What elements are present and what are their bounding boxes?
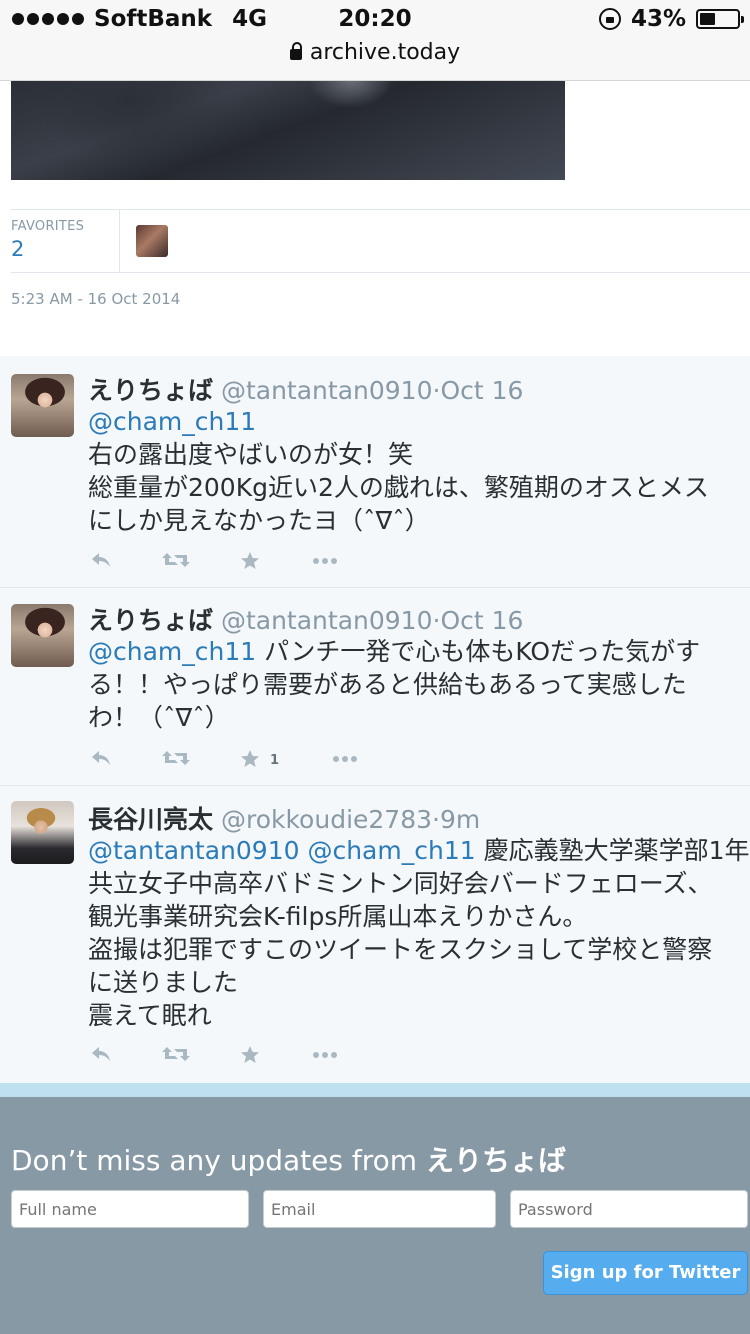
tweet-header: 長谷川亮太 @rokkoudie2783·9m [88,805,481,834]
tweet-text: @tantantan0910 @cham_ch11 慶応義塾大学薬学部1年 共立… [88,836,750,1030]
reply-icon[interactable] [90,551,112,569]
signup-user-name: えりちょば [425,1144,566,1177]
user-handle[interactable]: @rokkoudie2783 [221,805,432,834]
address-bar[interactable]: archive.today [0,40,750,65]
reply-icon[interactable] [90,1045,112,1063]
favorite-icon[interactable] [240,749,260,769]
favorites-count[interactable]: 2 [11,237,24,261]
reply-list: えりちょば @tantantan0910·Oct 16 @cham_ch11 右… [0,356,750,1084]
tweet-timestamp: 5:23 AM - 16 Oct 2014 [11,290,181,308]
reply-tweet: 長谷川亮太 @rokkoudie2783·9m @tantantan0910 @… [0,785,750,1084]
avatar[interactable] [11,374,74,437]
user-name[interactable]: えりちょば [88,606,213,635]
tweet-text: @cham_ch11 パンチ一発で心も体もKOだった気がす る！！やっぱり需要が… [88,637,701,732]
favorite-count: 1 [270,753,280,768]
user-handle[interactable]: @tantantan0910 [221,606,433,635]
tweet-stats: FAVORITES 2 [11,209,750,273]
divider [119,210,120,272]
retweet-icon[interactable] [162,1045,190,1063]
rotation-lock-icon [598,8,621,30]
more-icon[interactable] [332,755,358,763]
mention-link[interactable]: @cham_ch11 [88,407,256,436]
battery-percent: 43% [630,6,686,32]
retweet-icon[interactable] [162,749,190,767]
avatar[interactable] [11,801,74,864]
more-icon[interactable] [312,1051,338,1059]
url-text: archive.today [309,40,461,65]
sign-up-button[interactable]: Sign up for Twitter [543,1251,748,1295]
user-name[interactable]: 長谷川亮太 [88,805,213,834]
favorites-label: FAVORITES [11,219,85,234]
tweet-time[interactable]: Oct 16 [440,376,523,405]
favoriter-avatar[interactable] [136,225,168,257]
status-bar: SoftBank 4G 20:20 43% archive.today [0,0,750,81]
retweet-icon[interactable] [162,551,190,569]
user-handle[interactable]: @tantantan0910 [221,376,433,405]
reply-tweet: えりちょば @tantantan0910·Oct 16 @cham_ch11 右… [0,356,750,588]
email-input[interactable] [263,1190,496,1228]
user-name[interactable]: えりちょば [88,376,213,405]
favorite-icon[interactable] [240,551,260,571]
avatar[interactable] [11,604,74,667]
tweet-time[interactable]: Oct 16 [440,606,523,635]
full-name-input[interactable] [11,1190,249,1228]
password-input[interactable] [510,1190,748,1228]
tweet-header: えりちょば @tantantan0910·Oct 16 [88,606,524,635]
tweet-text: @cham_ch11 右の露出度やばいのが女！笑 総重量が200Kg近い2人の戯… [88,407,709,535]
mention-link[interactable]: @cham_ch11 [88,637,256,666]
favorite-icon[interactable] [240,1045,260,1065]
signup-panel: Don’t miss any updates from えりちょば Sign u… [0,1083,750,1334]
signup-title: Don’t miss any updates from えりちょば [11,1144,566,1177]
tweet-header: えりちょば @tantantan0910·Oct 16 [88,376,524,405]
battery-icon [696,9,744,29]
reply-icon[interactable] [90,749,112,767]
padlock-icon [289,42,302,60]
more-icon[interactable] [312,557,338,565]
status-right: 43% [598,6,744,32]
reply-tweet: えりちょば @tantantan0910·Oct 16 @cham_ch11 パ… [0,587,750,786]
mention-link[interactable]: @tantantan0910 @cham_ch11 [88,836,476,865]
tweet-time[interactable]: 9m [440,805,480,834]
